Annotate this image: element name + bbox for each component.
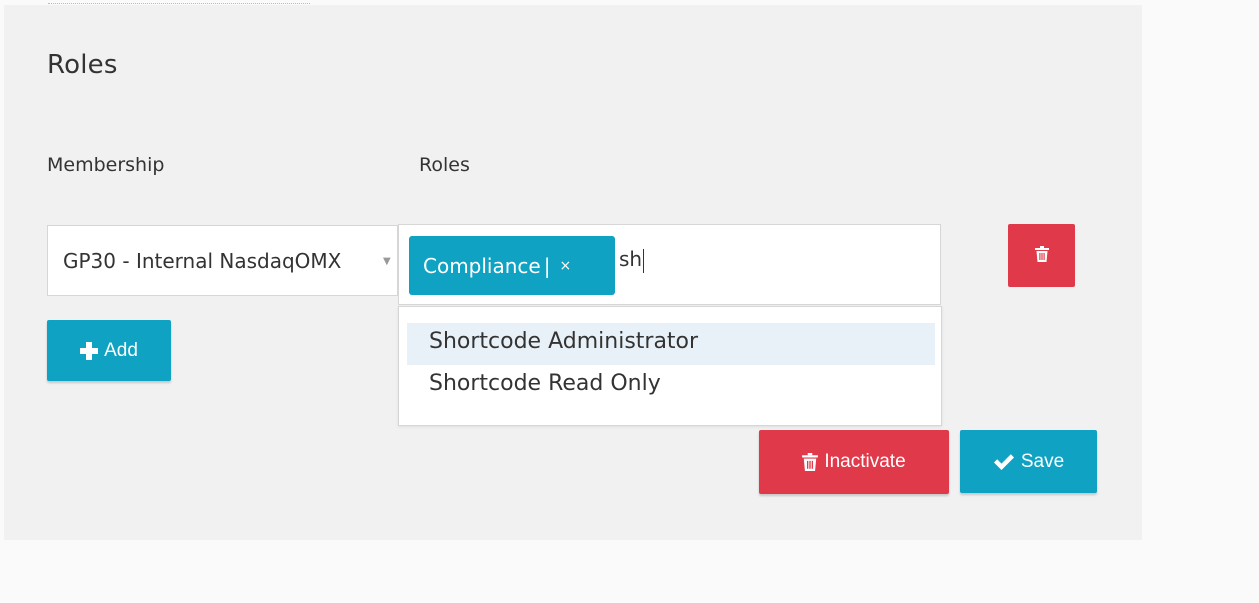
inactivate-button-label: Inactivate xyxy=(824,451,906,472)
dropdown-option[interactable]: Shortcode Read Only xyxy=(407,365,935,407)
add-button-label: Add xyxy=(104,339,138,361)
inactivate-button[interactable]: Inactivate xyxy=(759,430,949,494)
save-button-label: Save xyxy=(1020,450,1065,472)
trash-icon xyxy=(802,453,819,471)
chevron-down-icon: ▼ xyxy=(383,256,391,267)
section-title: Roles xyxy=(47,50,118,80)
save-button[interactable]: Save xyxy=(960,430,1097,493)
roles-search-text[interactable]: sh xyxy=(619,247,645,273)
role-chip-label: Compliance xyxy=(423,253,541,278)
dropdown-option[interactable]: Shortcode Administrator xyxy=(407,323,935,365)
plus-icon xyxy=(80,341,99,360)
top-divider xyxy=(48,0,310,4)
membership-select-value: GP30 - Internal NasdaqOMX xyxy=(63,249,342,273)
membership-select[interactable]: GP30 - Internal NasdaqOMX ▼ xyxy=(47,225,398,296)
membership-column-label: Membership xyxy=(47,154,165,176)
roles-column-label: Roles xyxy=(419,154,470,176)
add-button[interactable]: Add xyxy=(47,320,171,381)
check-icon xyxy=(993,453,1015,471)
roles-dropdown: Shortcode Administrator Shortcode Read O… xyxy=(398,306,942,426)
page: Roles Membership Roles GP30 - Internal N… xyxy=(0,0,1259,603)
trash-icon xyxy=(1034,246,1049,265)
role-chip-separator: | xyxy=(543,253,551,278)
chip-remove-icon[interactable]: × xyxy=(559,258,571,274)
delete-row-button[interactable] xyxy=(1008,224,1075,287)
text-cursor xyxy=(643,248,645,273)
roles-typed-value: sh xyxy=(619,247,643,271)
role-chip: Compliance | × xyxy=(409,236,615,295)
roles-multiselect-input[interactable]: Compliance | × sh xyxy=(398,224,941,305)
